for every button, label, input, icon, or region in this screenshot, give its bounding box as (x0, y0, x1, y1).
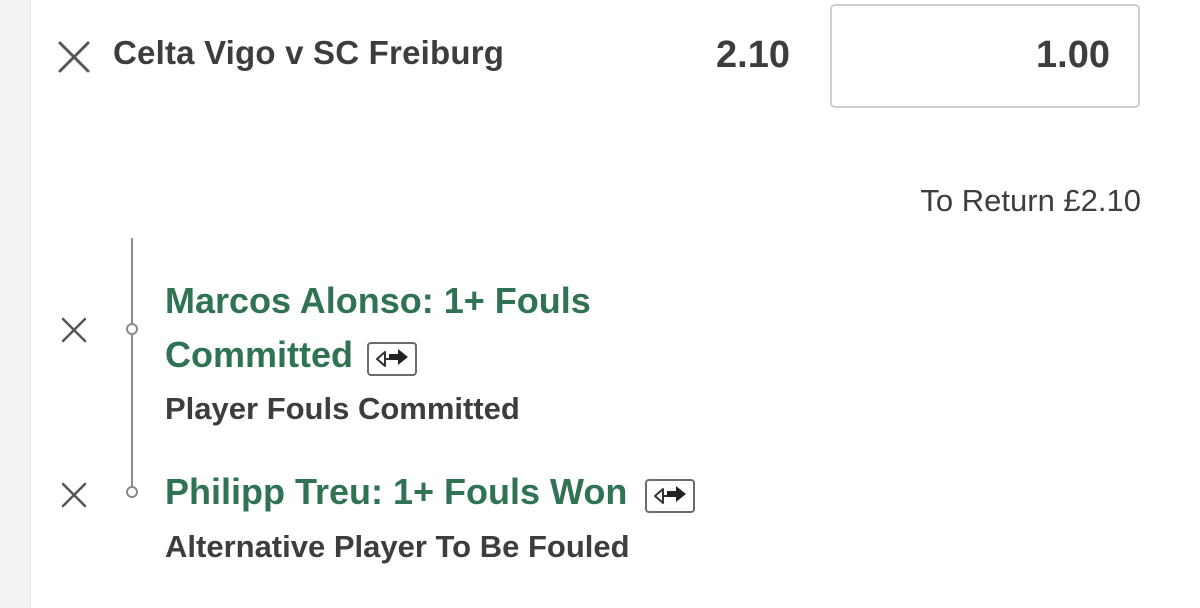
selection-market: Alternative Player To Be Fouled (165, 529, 630, 564)
timeline-dot (126, 486, 138, 498)
stake-input[interactable] (870, 34, 1110, 77)
close-icon (61, 482, 87, 508)
to-return-text: To Return £2.10 (920, 183, 1141, 218)
selection-title-line: Marcos Alonso: 1+ Fouls (165, 280, 591, 321)
stake-field[interactable] (830, 4, 1140, 108)
selection-market: Player Fouls Committed (165, 391, 520, 426)
selection-title: Philipp Treu: 1+ Fouls Won (165, 465, 696, 519)
selection-title-text: Philipp Treu: 1+ Fouls Won (165, 471, 628, 512)
timeline-dot (126, 323, 138, 335)
remove-selection-button[interactable] (60, 316, 88, 344)
selection-title-text: Committed (165, 334, 353, 375)
swap-arrows-icon[interactable] (367, 337, 417, 377)
selection-title: Marcos Alonso: 1+ Fouls Committed (165, 274, 591, 382)
match-title: Celta Vigo v SC Freiburg (113, 34, 505, 71)
swap-arrows-icon[interactable] (645, 474, 696, 514)
odds-value: 2.10 (716, 34, 790, 76)
close-icon (58, 41, 90, 73)
timeline-line (131, 238, 133, 490)
close-icon (61, 317, 87, 343)
remove-selection-button[interactable] (60, 481, 88, 509)
remove-bet-button[interactable] (57, 40, 91, 74)
selection-title-line: Committed (165, 328, 591, 382)
